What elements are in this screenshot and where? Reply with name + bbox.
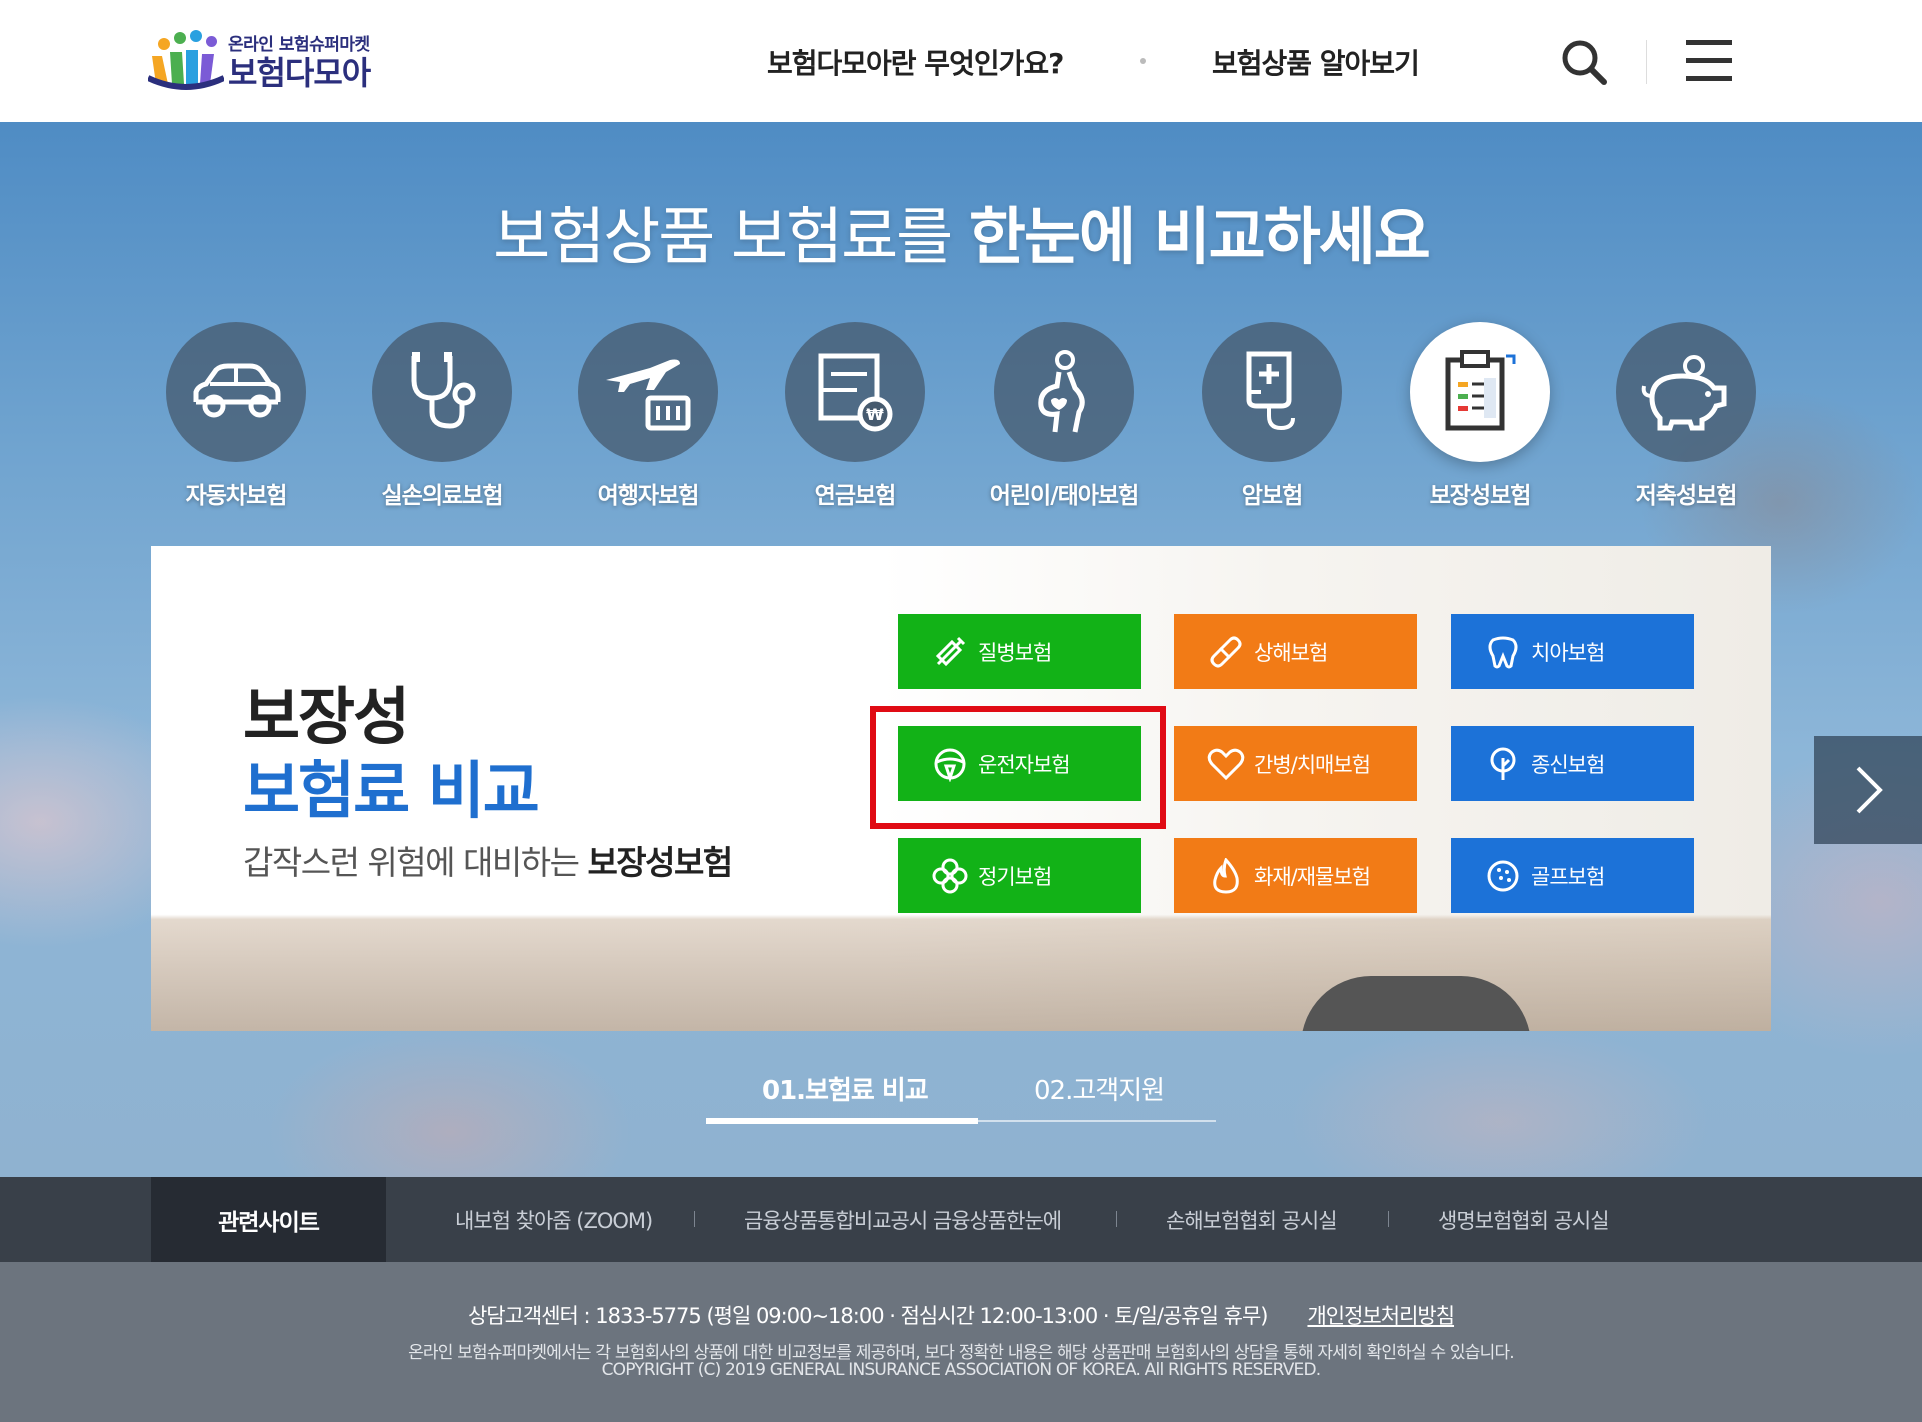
care-dementia-insurance-button[interactable]: 간병/치매보험 xyxy=(1174,726,1417,801)
nav-about[interactable]: 보험다모아란 무엇인가요? xyxy=(767,42,1064,82)
pregnant-icon xyxy=(994,322,1134,462)
footer-contact-line: 상담고객센터 : 1833-5775 (평일 09:00~18:00 · 점심시… xyxy=(0,1300,1922,1330)
fire-icon xyxy=(1206,856,1246,896)
injury-insurance-button[interactable]: 상해보험 xyxy=(1174,614,1417,689)
related-link-life-association[interactable]: 생명보험협회 공시실 xyxy=(1438,1205,1610,1235)
category-label: 보장성보험 xyxy=(1429,483,1532,509)
privacy-policy-link[interactable]: 개인정보처리방침 xyxy=(1307,1304,1455,1328)
chevron-right-icon xyxy=(1856,766,1883,814)
button-label: 간병/치매보험 xyxy=(1254,752,1371,777)
highlight-box xyxy=(870,706,1166,829)
category-label: 실손의료보험 xyxy=(381,483,504,509)
button-label: 종신보험 xyxy=(1531,752,1605,777)
bandage-icon xyxy=(1206,632,1246,672)
category-pension[interactable]: ₩ 연금보험 xyxy=(770,322,940,510)
panel-heading-line2: 보험료 비교 xyxy=(243,754,540,827)
category-label: 어린이/태아보험 xyxy=(989,483,1140,509)
related-separator xyxy=(1388,1211,1389,1227)
related-separator xyxy=(694,1211,695,1227)
panel-background-chair xyxy=(1301,976,1531,1031)
tree-icon xyxy=(1483,744,1523,784)
hero-title-light: 보험상품 보험료를 xyxy=(493,200,969,273)
related-link-zoom[interactable]: 내보험 찾아줌 (ZOOM) xyxy=(455,1205,653,1235)
golf-insurance-button[interactable]: 골프보험 xyxy=(1451,838,1694,913)
category-label: 여행자보험 xyxy=(597,483,700,509)
button-label: 화재/재물보험 xyxy=(1254,864,1371,889)
logo-title: 보험다모아 xyxy=(228,53,371,92)
site-footer: 상담고객센터 : 1833-5775 (평일 09:00~18:00 · 점심시… xyxy=(0,1262,1922,1422)
protection-insurance-panel: 보장성 보험료 비교 갑작스런 위험에 대비하는 보장성보험 질병보험 상해보험… xyxy=(151,546,1771,1031)
category-medical[interactable]: 실손의료보험 xyxy=(357,322,527,510)
category-protection[interactable]: 보장성보험 xyxy=(1395,322,1565,510)
site-header: 온라인 보험슈퍼마켓 보험다모아 보험다모아란 무엇인가요? 보험상품 알아보기 xyxy=(0,0,1922,122)
category-label: 저축성보험 xyxy=(1635,483,1738,509)
dental-insurance-button[interactable]: 치아보험 xyxy=(1451,614,1694,689)
related-sites-bar: 관련사이트 내보험 찾아줌 (ZOOM) 금융상품통합비교공시 금융상품한눈에 … xyxy=(0,1177,1922,1262)
category-label: 자동차보험 xyxy=(185,483,288,509)
related-link-nonlife-association[interactable]: 손해보험협회 공시실 xyxy=(1166,1205,1338,1235)
tab-customer-support[interactable]: 02.고객지원 xyxy=(1034,1070,1165,1107)
footer-contact: 상담고객센터 : 1833-5775 (평일 09:00~18:00 · 점심시… xyxy=(467,1304,1269,1328)
iv-bag-icon xyxy=(1202,322,1342,462)
panel-subtitle-prefix: 갑작스런 위험에 대비하는 xyxy=(243,843,588,882)
syringe-icon xyxy=(930,632,970,672)
piggy-bank-icon xyxy=(1616,322,1756,462)
nav-separator xyxy=(1140,58,1146,64)
term-insurance-button[interactable]: 정기보험 xyxy=(898,838,1141,913)
button-label: 질병보험 xyxy=(978,640,1052,665)
pension-document-icon: ₩ xyxy=(785,322,925,462)
nav-products[interactable]: 보험상품 알아보기 xyxy=(1212,42,1420,82)
site-logo[interactable]: 온라인 보험슈퍼마켓 보험다모아 xyxy=(148,26,371,94)
stethoscope-icon xyxy=(372,322,512,462)
hamburger-menu-icon[interactable] xyxy=(1686,40,1732,82)
fire-property-insurance-button[interactable]: 화재/재물보험 xyxy=(1174,838,1417,913)
panel-subtitle-bold: 보장성보험 xyxy=(587,843,733,882)
airplane-luggage-icon xyxy=(578,322,718,462)
button-label: 골프보험 xyxy=(1531,864,1605,889)
button-label: 정기보험 xyxy=(978,864,1052,889)
clover-icon xyxy=(930,856,970,896)
category-savings[interactable]: 저축성보험 xyxy=(1601,322,1771,510)
svg-text:₩: ₩ xyxy=(866,405,884,424)
search-icon[interactable] xyxy=(1560,38,1608,86)
heart-icon xyxy=(1206,744,1246,784)
golf-ball-icon xyxy=(1483,856,1523,896)
related-separator xyxy=(1116,1211,1117,1227)
tab-premium-comparison[interactable]: 01.보험료 비교 xyxy=(762,1070,929,1107)
tab-active-indicator xyxy=(706,1118,978,1124)
category-car[interactable]: 자동차보험 xyxy=(151,322,321,510)
category-children[interactable]: 어린이/태아보험 xyxy=(979,322,1149,510)
panel-subtitle: 갑작스런 위험에 대비하는 보장성보험 xyxy=(243,836,733,884)
related-link-finlife[interactable]: 금융상품통합비교공시 금융상품한눈에 xyxy=(744,1205,1062,1235)
hero-title: 보험상품 보험료를 한눈에 비교하세요 xyxy=(0,186,1922,276)
logo-subtitle: 온라인 보험슈퍼마켓 xyxy=(228,34,370,55)
car-icon xyxy=(166,322,306,462)
clipboard-icon xyxy=(1410,322,1550,462)
whole-life-insurance-button[interactable]: 종신보험 xyxy=(1451,726,1694,801)
category-travel[interactable]: 여행자보험 xyxy=(563,322,733,510)
category-label: 암보험 xyxy=(1241,483,1303,509)
tooth-icon xyxy=(1483,632,1523,672)
button-label: 치아보험 xyxy=(1531,640,1605,665)
category-label: 연금보험 xyxy=(814,483,897,509)
category-cancer[interactable]: 암보험 xyxy=(1187,322,1357,510)
header-divider xyxy=(1646,40,1647,84)
button-label: 상해보험 xyxy=(1254,640,1328,665)
next-slide-button[interactable] xyxy=(1814,736,1922,844)
disease-insurance-button[interactable]: 질병보험 xyxy=(898,614,1141,689)
related-sites-label: 관련사이트 xyxy=(151,1177,386,1262)
footer-copyright: COPYRIGHT (C) 2019 GENERAL INSURANCE ASS… xyxy=(601,1360,1322,1380)
hero-title-bold: 한눈에 비교하세요 xyxy=(968,200,1431,273)
logo-people-icon xyxy=(148,26,224,94)
